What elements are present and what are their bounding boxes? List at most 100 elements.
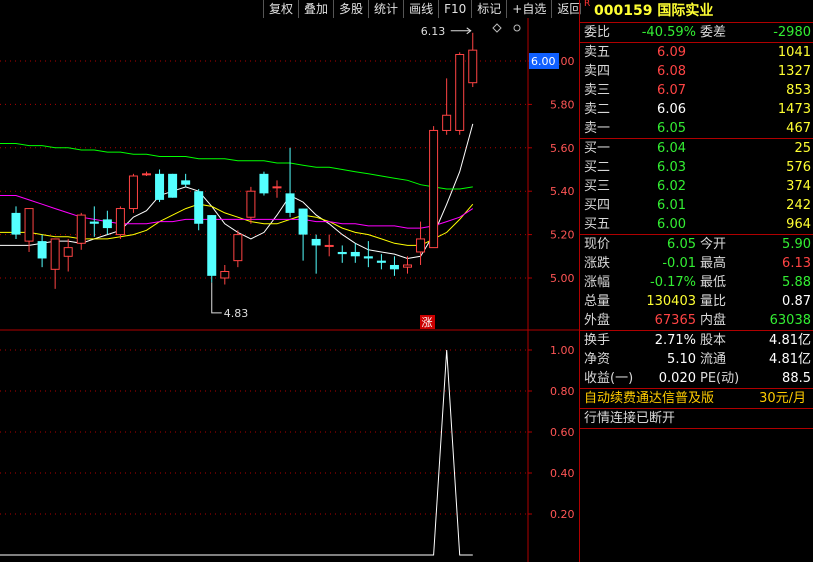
candle-body: [298, 208, 308, 235]
stat-value: 5.90: [782, 237, 811, 252]
level-label: 买四: [584, 198, 611, 213]
toolbar-button[interactable]: F10: [438, 0, 471, 18]
toolbar-button[interactable]: 标记: [471, 0, 506, 18]
fund-row: 换手 2.71% 股本 4.81亿: [580, 331, 813, 350]
level-price: 6.04: [657, 141, 686, 156]
candle-body: [155, 173, 165, 200]
toolbar-button[interactable]: 多股: [333, 0, 368, 18]
level-volume: 1041: [777, 45, 811, 60]
toolbar-button[interactable]: 叠加: [298, 0, 333, 18]
ask-row[interactable]: 卖三 6.07 853: [580, 81, 813, 100]
level-price: 6.06: [657, 102, 686, 117]
stat-value: 5.88: [782, 275, 811, 290]
low-label: 4.83: [224, 307, 249, 320]
bid-row[interactable]: 买三 6.02 374: [580, 177, 813, 196]
stat-value: 6.13: [782, 256, 811, 271]
ask-row[interactable]: 卖二 6.06 1473: [580, 100, 813, 119]
ma-line-ma60: [0, 143, 473, 190]
candle-body: [11, 212, 21, 235]
stats-row: 总量 130403 量比 0.87: [580, 292, 813, 311]
stat-value: 0.020: [658, 371, 696, 386]
low-pointer: [211, 282, 222, 314]
candle-body: [311, 238, 321, 246]
stat-label: 涨跌: [584, 256, 611, 271]
candle-body: [468, 49, 478, 84]
stat-label: 今开: [700, 237, 727, 252]
stat-value: 2.71%: [654, 333, 696, 348]
stat-value: 4.81亿: [769, 333, 811, 348]
price-tick-label: 5.80: [550, 98, 575, 111]
quote-panel: R 000159 国际实业 委比 -40.59% 委差 -2980 卖五 6.09…: [579, 0, 813, 562]
stat-label: 换手: [584, 333, 611, 348]
stat-label: 现价: [584, 237, 611, 252]
candle-body: [403, 264, 412, 268]
ask-book: 卖五 6.09 1041 卖四 6.08 1327 卖三 6.07 853 卖二 6.06 1473 卖…: [580, 43, 813, 139]
candle-body: [63, 247, 73, 257]
bid-book: 买一 6.04 25 买二 6.03 576 买三 6.02 374 买四 6.01 242 买五 6.0…: [580, 139, 813, 235]
candle-body: [115, 208, 125, 236]
level-price: 6.03: [657, 160, 686, 175]
stat-value: 6.05: [667, 237, 696, 252]
level-label: 卖四: [584, 64, 611, 79]
candle-body: [168, 173, 178, 198]
level-volume: 964: [786, 217, 811, 232]
indicator-tick-label: 1.00: [550, 344, 575, 357]
candle-body: [272, 186, 282, 189]
level-volume: 853: [786, 83, 811, 98]
stat-label: 外盘: [584, 313, 611, 328]
stock-header: R 000159 国际实业: [580, 0, 813, 23]
candle-body: [363, 256, 373, 259]
level-price: 6.00: [657, 217, 686, 232]
ask-row[interactable]: 卖一 6.05 467: [580, 119, 813, 138]
kline-chart[interactable]: 6.00 5.80 5.60 5.40 5.20 5.00 1.00 0.80 0.60 0.40…: [0, 18, 579, 562]
stat-value: 130403: [646, 294, 696, 309]
candle-body: [259, 173, 269, 194]
ad-price: 30元/月: [759, 391, 806, 406]
stat-value: 5.10: [667, 352, 696, 367]
ask-row[interactable]: 卖五 6.09 1041: [580, 43, 813, 62]
level-label: 卖一: [584, 121, 611, 136]
stat-label: 量比: [700, 294, 727, 309]
candle-body: [76, 214, 86, 244]
candle-body: [207, 215, 217, 276]
weibi-row: 委比 -40.59% 委差 -2980: [580, 23, 813, 43]
candle-body: [37, 241, 47, 259]
bid-row[interactable]: 买一 6.04 25: [580, 139, 813, 158]
stat-value: 67365: [654, 313, 696, 328]
toolbar-button[interactable]: +自选: [506, 0, 551, 18]
toolbar-button[interactable]: 复权: [263, 0, 298, 18]
bid-row[interactable]: 买二 6.03 576: [580, 158, 813, 177]
indicator-line: [0, 349, 473, 556]
stat-value: 63038: [769, 313, 811, 328]
bid-row[interactable]: 买五 6.00 964: [580, 215, 813, 234]
level-volume: 374: [786, 179, 811, 194]
ask-row[interactable]: 卖四 6.08 1327: [580, 62, 813, 81]
candle-body: [194, 191, 204, 224]
stock-code-name[interactable]: 000159 国际实业: [594, 0, 713, 22]
stat-label: 内盘: [700, 313, 727, 328]
stat-label: 最低: [700, 275, 727, 290]
current-price-tag-label: 6.00: [531, 55, 556, 68]
candle-body: [442, 114, 452, 131]
marker-dot: [513, 24, 521, 32]
level-label: 卖五: [584, 45, 611, 60]
stat-label: 股本: [700, 333, 727, 348]
level-price: 6.01: [657, 198, 686, 213]
status-row: 行情连接已断开: [580, 409, 813, 429]
fund-row: 收益(一) 0.020 PE(动) 88.5: [580, 369, 813, 388]
level-volume: 1473: [777, 102, 811, 117]
level-price: 6.07: [657, 83, 686, 98]
level-label: 买一: [584, 141, 611, 156]
stat-label: 流通: [700, 352, 727, 367]
candle-body: [416, 238, 426, 253]
candle-body: [376, 260, 386, 263]
toolbar-button[interactable]: 统计: [368, 0, 403, 18]
toolbar-button[interactable]: 画线: [403, 0, 438, 18]
ad-banner[interactable]: 自动续费通达信普及版 30元/月: [580, 389, 813, 409]
bid-row[interactable]: 买四 6.01 242: [580, 196, 813, 215]
candle-body: [102, 219, 112, 229]
indicator-tick-label: 0.80: [550, 385, 575, 398]
level-price: 6.05: [657, 121, 686, 136]
candle-body: [350, 251, 360, 257]
level-volume: 242: [786, 198, 811, 213]
